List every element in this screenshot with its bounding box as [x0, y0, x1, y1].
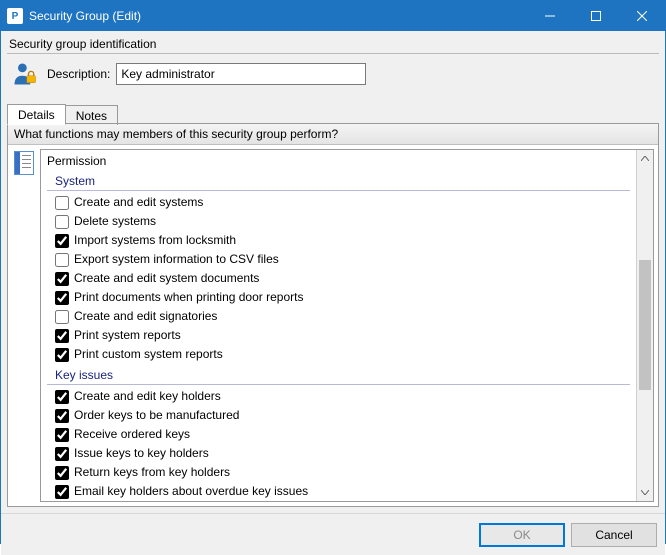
permission-label: Print documents when printing door repor…: [74, 289, 303, 306]
permission-nav-col: [12, 149, 40, 502]
permission-label: Create and edit system documents: [74, 270, 259, 287]
permission-label: Import systems from locksmith: [74, 232, 236, 249]
minimize-icon: [545, 11, 555, 21]
section-title: Key issues: [41, 364, 636, 384]
permission-item: Create and edit systems: [41, 193, 636, 212]
section-title: System: [41, 170, 636, 190]
permission-label: Order keys to be manufactured: [74, 407, 239, 424]
window-frame: P Security Group (Edit) Security group i…: [0, 0, 666, 544]
permission-item: Export system information to CSV files: [41, 250, 636, 269]
permission-label: Export system information to CSV files: [74, 251, 279, 268]
close-icon: [637, 11, 647, 21]
permission-item: Issue keys to key holders: [41, 444, 636, 463]
permission-checkbox[interactable]: [55, 348, 69, 362]
permission-label: Print custom system reports: [74, 346, 223, 363]
cancel-button[interactable]: Cancel: [571, 523, 657, 547]
permission-checkbox[interactable]: [55, 234, 69, 248]
permission-checkbox[interactable]: [55, 291, 69, 305]
section-rule: [47, 190, 630, 191]
permission-label: Create and edit key holders: [74, 388, 221, 405]
titlebar: P Security Group (Edit): [1, 1, 665, 31]
permission-item: Delete systems: [41, 212, 636, 231]
permission-list: Permission System Create and edit systems…: [41, 150, 636, 501]
details-prompt: What functions may members of this secur…: [8, 124, 658, 145]
permission-label: Print system reports: [74, 327, 181, 344]
permission-checkbox[interactable]: [55, 447, 69, 461]
permission-header: Permission: [41, 150, 636, 170]
permission-item: Create and edit key holders: [41, 387, 636, 406]
permission-checkbox[interactable]: [55, 253, 69, 267]
permission-checkbox[interactable]: [55, 390, 69, 404]
permission-checkbox[interactable]: [55, 329, 69, 343]
scroll-down-arrow[interactable]: [637, 484, 653, 501]
permission-item: Create and edit signatories: [41, 307, 636, 326]
permission-checkbox[interactable]: [55, 272, 69, 286]
permission-label: Receive ordered keys: [74, 426, 190, 443]
permission-checkbox[interactable]: [55, 196, 69, 210]
permission-item: Email key holders about overdue key issu…: [41, 482, 636, 501]
section-rule: [47, 384, 630, 385]
permission-panel: Permission System Create and edit systems…: [40, 149, 654, 502]
security-group-icon: [11, 60, 39, 88]
window-title: Security Group (Edit): [29, 9, 527, 23]
permission-item: Return keys from key holders: [41, 463, 636, 482]
permission-checkbox[interactable]: [55, 409, 69, 423]
permission-checkbox[interactable]: [55, 310, 69, 324]
app-icon: P: [7, 8, 23, 24]
permission-list-icon[interactable]: [14, 151, 34, 175]
close-button[interactable]: [619, 1, 665, 31]
permission-item: Print custom system reports: [41, 345, 636, 364]
description-label: Description:: [47, 67, 110, 81]
permission-checkbox[interactable]: [55, 428, 69, 442]
permission-item: Print documents when printing door repor…: [41, 288, 636, 307]
identification-label: Security group identification: [7, 35, 659, 53]
permission-label: Return keys from key holders: [74, 464, 230, 481]
content-area: Security group identification Descriptio…: [1, 31, 665, 555]
permission-item: Print system reports: [41, 326, 636, 345]
maximize-icon: [591, 11, 601, 21]
maximize-button[interactable]: [573, 1, 619, 31]
permission-scrollbar[interactable]: [636, 150, 653, 501]
permission-item: Receive ordered keys: [41, 425, 636, 444]
permission-checkbox[interactable]: [55, 215, 69, 229]
scroll-thumb[interactable]: [639, 260, 651, 390]
description-input[interactable]: [116, 63, 366, 85]
identification-group: Security group identification Descriptio…: [7, 35, 659, 98]
tab-strip: Details Notes: [7, 102, 659, 124]
permission-item: Import systems from locksmith: [41, 231, 636, 250]
permission-label: Email key holders about overdue key issu…: [74, 483, 308, 500]
permission-label: Create and edit systems: [74, 194, 203, 211]
permission-checkbox[interactable]: [55, 485, 69, 499]
permission-label: Issue keys to key holders: [74, 445, 209, 462]
permission-area: Permission System Create and edit systems…: [8, 145, 658, 506]
details-pane: What functions may members of this secur…: [7, 124, 659, 507]
permission-label: Delete systems: [74, 213, 156, 230]
permission-item: Create and edit system documents: [41, 269, 636, 288]
chevron-up-icon: [641, 156, 649, 161]
permission-label: Create and edit signatories: [74, 308, 217, 325]
permission-item: Order keys to be manufactured: [41, 406, 636, 425]
dialog-button-row: OK Cancel: [1, 513, 665, 555]
scroll-up-arrow[interactable]: [637, 150, 653, 167]
tab-notes[interactable]: Notes: [65, 105, 118, 125]
tab-details[interactable]: Details: [7, 104, 66, 125]
ok-button[interactable]: OK: [479, 523, 565, 547]
minimize-button[interactable]: [527, 1, 573, 31]
permission-checkbox[interactable]: [55, 466, 69, 480]
chevron-down-icon: [641, 490, 649, 495]
